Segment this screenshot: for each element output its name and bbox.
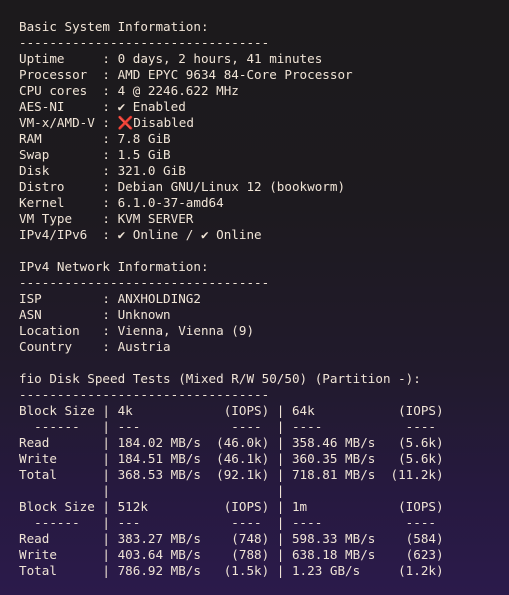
terminal-line: Processor : AMD EPYC 9634 84-Core Proces… xyxy=(19,67,353,82)
terminal-line: Disk : 321.0 GiB xyxy=(19,163,186,178)
terminal-line: Distro : Debian GNU/Linux 12 (bookworm) xyxy=(19,179,346,194)
terminal-line: Write | 403.64 MB/s (788) | 638.18 MB/s … xyxy=(19,547,444,562)
terminal-line: ------ | --- ---- | ---- ---- xyxy=(19,515,437,530)
terminal-line: ASN : Unknown xyxy=(19,307,171,322)
terminal-line: VM Type : KVM SERVER xyxy=(19,211,194,226)
terminal-line: Block Size | 512k (IOPS) | 1m (IOPS) xyxy=(19,499,444,514)
terminal-line: CPU cores : 4 @ 2246.622 MHz xyxy=(19,83,239,98)
terminal-line: AES-NI : ✔ Enabled xyxy=(19,99,186,114)
terminal-line: RAM : 7.8 GiB xyxy=(19,131,171,146)
terminal-line: --------------------------------- xyxy=(19,387,270,402)
terminal-line: Basic System Information: xyxy=(19,19,209,34)
terminal-output: Basic System Information: ---------------… xyxy=(0,0,509,595)
terminal-line: IPv4/IPv6 : ✔ Online / ✔ Online xyxy=(19,227,262,242)
terminal-line: ISP : ANXHOLDING2 xyxy=(19,291,201,306)
terminal-line: Block Size | 4k (IOPS) | 64k (IOPS) xyxy=(19,403,444,418)
terminal-line: Write | 184.51 MB/s (46.1k) | 360.35 MB/… xyxy=(19,451,444,466)
terminal-line: Read | 184.02 MB/s (46.0k) | 358.46 MB/s… xyxy=(19,435,444,450)
terminal-line: Read | 383.27 MB/s (748) | 598.33 MB/s (… xyxy=(19,531,444,546)
terminal-line: --------------------------------- xyxy=(19,275,270,290)
terminal-line: --------------------------------- xyxy=(19,35,270,50)
terminal-line: Uptime : 0 days, 2 hours, 41 minutes xyxy=(19,51,323,66)
terminal-line: ------ | --- ---- | ---- ---- xyxy=(19,419,437,434)
disabled-cross-icon: ❌ xyxy=(117,115,134,130)
terminal-line: Kernel : 6.1.0-37-amd64 xyxy=(19,195,224,210)
terminal-line: IPv4 Network Information: xyxy=(19,259,209,274)
terminal-line: Swap : 1.5 GiB xyxy=(19,147,171,162)
terminal-line: Country : Austria xyxy=(19,339,171,354)
terminal-line: Total | 786.92 MB/s (1.5k) | 1.23 GB/s (… xyxy=(19,563,444,578)
terminal-line: Total | 368.53 MB/s (92.1k) | 718.81 MB/… xyxy=(19,467,444,482)
terminal-line: VM-x/AMD-V : ❌Disabled xyxy=(19,115,194,130)
terminal-line: fio Disk Speed Tests (Mixed R/W 50/50) (… xyxy=(19,371,421,386)
terminal-line: | | xyxy=(19,483,285,498)
terminal-line: Location : Vienna, Vienna (9) xyxy=(19,323,255,338)
